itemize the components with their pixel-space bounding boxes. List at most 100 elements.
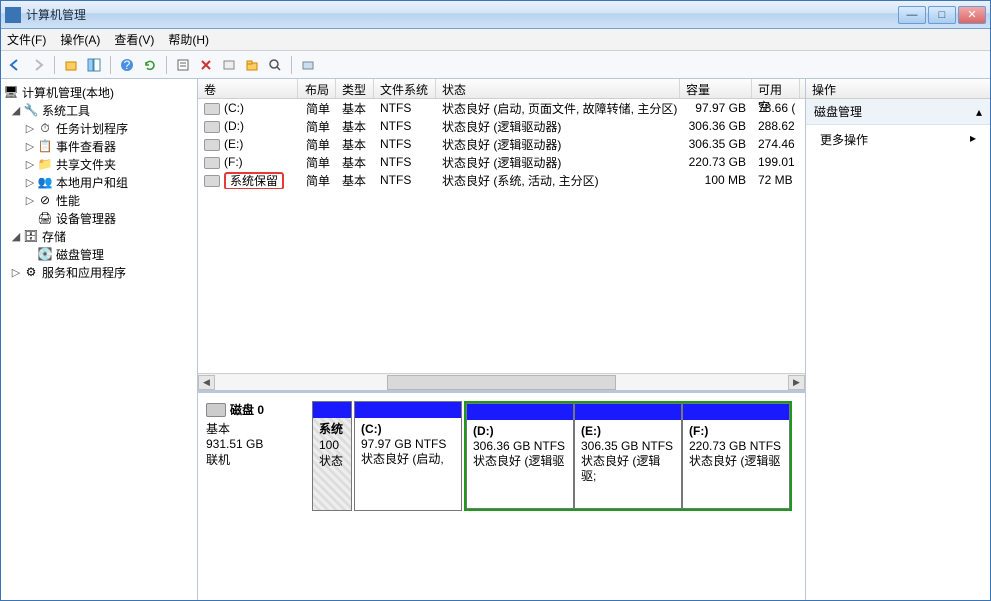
col-volume[interactable]: 卷	[198, 79, 298, 98]
volume-layout: 简单	[298, 172, 336, 189]
partition-bar	[575, 404, 681, 420]
volume-layout: 简单	[298, 118, 336, 135]
chevron-right-icon: ▸	[970, 131, 976, 148]
settings-button[interactable]	[219, 55, 239, 75]
tree-label: 磁盘管理	[56, 246, 104, 263]
scroll-track[interactable]	[215, 375, 788, 390]
actions-section[interactable]: 磁盘管理 ▴	[806, 99, 990, 125]
volume-status: 状态良好 (系统, 活动, 主分区)	[436, 172, 680, 189]
volume-row[interactable]: (F:)简单基本NTFS状态良好 (逻辑驱动器)220.73 GB199.01	[198, 153, 805, 171]
back-button[interactable]	[5, 55, 25, 75]
volume-free: 72 MB	[752, 173, 800, 187]
partition-bar	[683, 404, 789, 420]
tree-shared[interactable]: ▷📁共享文件夹	[1, 155, 197, 173]
expand-icon[interactable]: ▷	[9, 266, 23, 279]
part-status: 状态良好 (逻辑驱	[473, 454, 564, 468]
titlebar: 计算机管理 — □ ✕	[1, 1, 990, 29]
tree-services[interactable]: ▷⚙服务和应用程序	[1, 263, 197, 281]
col-type[interactable]: 类型	[336, 79, 374, 98]
partition-c[interactable]: (C:)97.97 GB NTFS状态良好 (启动,	[354, 401, 462, 511]
volume-free: 199.01	[752, 155, 800, 169]
forward-button[interactable]	[28, 55, 48, 75]
volume-row[interactable]: 系统保留简单基本NTFS状态良好 (系统, 活动, 主分区)100 MB72 M…	[198, 171, 805, 189]
horizontal-scrollbar[interactable]: ◀ ▶	[198, 373, 805, 390]
part-size: 100	[319, 438, 339, 452]
expand-icon[interactable]: ▷	[23, 176, 37, 189]
part-name: 系统	[319, 422, 343, 436]
col-capacity[interactable]: 容量	[680, 79, 752, 98]
expand-icon[interactable]: ▷	[23, 140, 37, 153]
help-button[interactable]: ?	[117, 55, 137, 75]
col-status[interactable]: 状态	[436, 79, 680, 98]
tree-systools[interactable]: ◢🔧系统工具	[1, 101, 197, 119]
volume-row[interactable]: (C:)简单基本NTFS状态良好 (启动, 页面文件, 故障转储, 主分区)97…	[198, 99, 805, 117]
close-button[interactable]: ✕	[958, 6, 986, 24]
scroll-thumb[interactable]	[387, 375, 616, 390]
disk-info[interactable]: 磁盘 0 基本 931.51 GB 联机	[206, 401, 306, 592]
actions-more[interactable]: 更多操作 ▸	[806, 125, 990, 154]
volume-layout: 简单	[298, 136, 336, 153]
col-layout[interactable]: 布局	[298, 79, 336, 98]
partition-row: 系统100状态 (C:)97.97 GB NTFS状态良好 (启动, (D:)3…	[312, 401, 797, 511]
part-size: 97.97 GB NTFS	[361, 437, 446, 451]
refresh-button[interactable]	[140, 55, 160, 75]
scroll-right-button[interactable]: ▶	[788, 375, 805, 390]
maximize-button[interactable]: □	[928, 6, 956, 24]
minimize-button[interactable]: —	[898, 6, 926, 24]
tree-eventviewer[interactable]: ▷📋事件查看器	[1, 137, 197, 155]
properties-button[interactable]	[173, 55, 193, 75]
folder-icon: 📁	[37, 156, 53, 172]
volume-row[interactable]: (D:)简单基本NTFS状态良好 (逻辑驱动器)306.36 GB288.62	[198, 117, 805, 135]
tree-perf[interactable]: ▷⊘性能	[1, 191, 197, 209]
partition-system-reserved[interactable]: 系统100状态	[312, 401, 352, 511]
tree-root[interactable]: 🖥计算机管理(本地)	[1, 83, 197, 101]
disk-type: 基本	[206, 420, 306, 437]
col-filesystem[interactable]: 文件系统	[374, 79, 436, 98]
disk-state: 联机	[206, 451, 306, 468]
tree-label: 事件查看器	[56, 138, 116, 155]
volume-capacity: 220.73 GB	[680, 155, 752, 169]
menu-help[interactable]: 帮助(H)	[168, 31, 209, 48]
find-button[interactable]	[265, 55, 285, 75]
expand-icon[interactable]: ▷	[23, 194, 37, 207]
navigation-tree[interactable]: 🖥计算机管理(本地) ◢🔧系统工具 ▷⏱任务计划程序 ▷📋事件查看器 ▷📁共享文…	[1, 79, 198, 600]
partition-bar	[467, 404, 573, 420]
tree-scheduler[interactable]: ▷⏱任务计划程序	[1, 119, 197, 137]
tree-devmgr[interactable]: 🖨设备管理器	[1, 209, 197, 227]
users-icon: 👥	[37, 174, 53, 190]
tree-users[interactable]: ▷👥本地用户和组	[1, 173, 197, 191]
tree-diskmgmt[interactable]: 💽磁盘管理	[1, 245, 197, 263]
toolbar: ?	[1, 51, 990, 79]
drive-icon	[204, 139, 220, 151]
menu-view[interactable]: 查看(V)	[114, 31, 154, 48]
tree-storage[interactable]: ◢🗄存储	[1, 227, 197, 245]
perf-icon: ⊘	[37, 192, 53, 208]
menubar: 文件(F) 操作(A) 查看(V) 帮助(H)	[1, 29, 990, 51]
delete-button[interactable]	[196, 55, 216, 75]
partition-e[interactable]: (E:)306.35 GB NTFS状态良好 (逻辑驱;	[574, 403, 682, 509]
volume-type: 基本	[336, 118, 374, 135]
col-free[interactable]: 可用空	[752, 79, 800, 98]
volume-row[interactable]: (E:)简单基本NTFS状态良好 (逻辑驱动器)306.35 GB274.46	[198, 135, 805, 153]
extra-button[interactable]	[298, 55, 318, 75]
volume-list[interactable]: (C:)简单基本NTFS状态良好 (启动, 页面文件, 故障转储, 主分区)97…	[198, 99, 805, 373]
expand-icon[interactable]: ▷	[23, 122, 37, 135]
open-button[interactable]	[242, 55, 262, 75]
collapse-icon[interactable]: ◢	[9, 104, 23, 117]
partition-f[interactable]: (F:)220.73 GB NTFS状态良好 (逻辑驱	[682, 403, 790, 509]
tree-label: 本地用户和组	[56, 174, 128, 191]
scroll-left-button[interactable]: ◀	[198, 375, 215, 390]
collapse-icon[interactable]: ◢	[9, 230, 23, 243]
disk-label: 磁盘 0	[230, 401, 264, 418]
show-hide-tree-button[interactable]	[84, 55, 104, 75]
partition-d[interactable]: (D:)306.36 GB NTFS状态良好 (逻辑驱	[466, 403, 574, 509]
menu-action[interactable]: 操作(A)	[60, 31, 100, 48]
actions-header: 操作	[806, 79, 990, 99]
volume-capacity: 306.35 GB	[680, 137, 752, 151]
expand-icon[interactable]: ▷	[23, 158, 37, 171]
volume-fs: NTFS	[374, 173, 436, 187]
menu-file[interactable]: 文件(F)	[7, 31, 46, 48]
drive-icon	[204, 103, 220, 115]
up-button[interactable]	[61, 55, 81, 75]
volume-fs: NTFS	[374, 137, 436, 151]
